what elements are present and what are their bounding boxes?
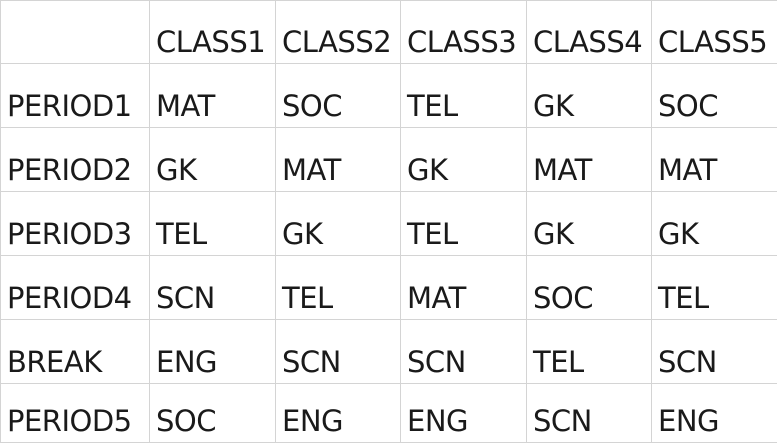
column-header-class1[interactable]: CLASS1 <box>150 1 276 64</box>
cell[interactable]: ENG <box>401 384 527 443</box>
cell[interactable]: ENG <box>652 384 777 443</box>
cell[interactable]: SCN <box>276 320 401 384</box>
cell[interactable]: MAT <box>527 128 652 192</box>
timetable-grid: CLASS1 CLASS2 CLASS3 CLASS4 CLASS5 PERIO… <box>0 0 777 443</box>
cell[interactable]: TEL <box>401 192 527 256</box>
cell[interactable]: SCN <box>401 320 527 384</box>
cell[interactable]: SOC <box>276 64 401 128</box>
column-header-class3[interactable]: CLASS3 <box>401 1 527 64</box>
cell[interactable]: GK <box>652 192 777 256</box>
cell[interactable]: ENG <box>276 384 401 443</box>
cell[interactable]: TEL <box>276 256 401 320</box>
row-label-period3[interactable]: PERIOD3 <box>1 192 150 256</box>
cell[interactable]: SCN <box>652 320 777 384</box>
column-header-class5[interactable]: CLASS5 <box>652 1 777 64</box>
row-label-break[interactable]: BREAK <box>1 320 150 384</box>
row-label-period1[interactable]: PERIOD1 <box>1 64 150 128</box>
cell[interactable]: SOC <box>652 64 777 128</box>
header-row: CLASS1 CLASS2 CLASS3 CLASS4 CLASS5 <box>1 1 777 64</box>
cell[interactable]: MAT <box>150 64 276 128</box>
cell[interactable]: MAT <box>276 128 401 192</box>
cell[interactable]: MAT <box>652 128 777 192</box>
cell[interactable]: GK <box>401 128 527 192</box>
table-row: PERIOD3 TEL GK TEL GK GK <box>1 192 777 256</box>
corner-cell[interactable] <box>1 1 150 64</box>
table-row: PERIOD5 SOC ENG ENG SCN ENG <box>1 384 777 443</box>
cell[interactable]: GK <box>527 64 652 128</box>
table-row: BREAK ENG SCN SCN TEL SCN <box>1 320 777 384</box>
cell[interactable]: TEL <box>652 256 777 320</box>
cell[interactable]: TEL <box>150 192 276 256</box>
table-row: PERIOD2 GK MAT GK MAT MAT <box>1 128 777 192</box>
cell[interactable]: SOC <box>150 384 276 443</box>
column-header-class2[interactable]: CLASS2 <box>276 1 401 64</box>
row-label-period5[interactable]: PERIOD5 <box>1 384 150 443</box>
cell[interactable]: SCN <box>527 384 652 443</box>
column-header-class4[interactable]: CLASS4 <box>527 1 652 64</box>
cell[interactable]: SCN <box>150 256 276 320</box>
row-label-period4[interactable]: PERIOD4 <box>1 256 150 320</box>
cell[interactable]: TEL <box>401 64 527 128</box>
spreadsheet: CLASS1 CLASS2 CLASS3 CLASS4 CLASS5 PERIO… <box>0 0 777 404</box>
cell[interactable]: MAT <box>401 256 527 320</box>
cell[interactable]: GK <box>276 192 401 256</box>
table-row: PERIOD1 MAT SOC TEL GK SOC <box>1 64 777 128</box>
cell[interactable]: SOC <box>527 256 652 320</box>
cell[interactable]: ENG <box>150 320 276 384</box>
row-label-period2[interactable]: PERIOD2 <box>1 128 150 192</box>
cell[interactable]: GK <box>150 128 276 192</box>
cell[interactable]: GK <box>527 192 652 256</box>
cell[interactable]: TEL <box>527 320 652 384</box>
table-row: PERIOD4 SCN TEL MAT SOC TEL <box>1 256 777 320</box>
